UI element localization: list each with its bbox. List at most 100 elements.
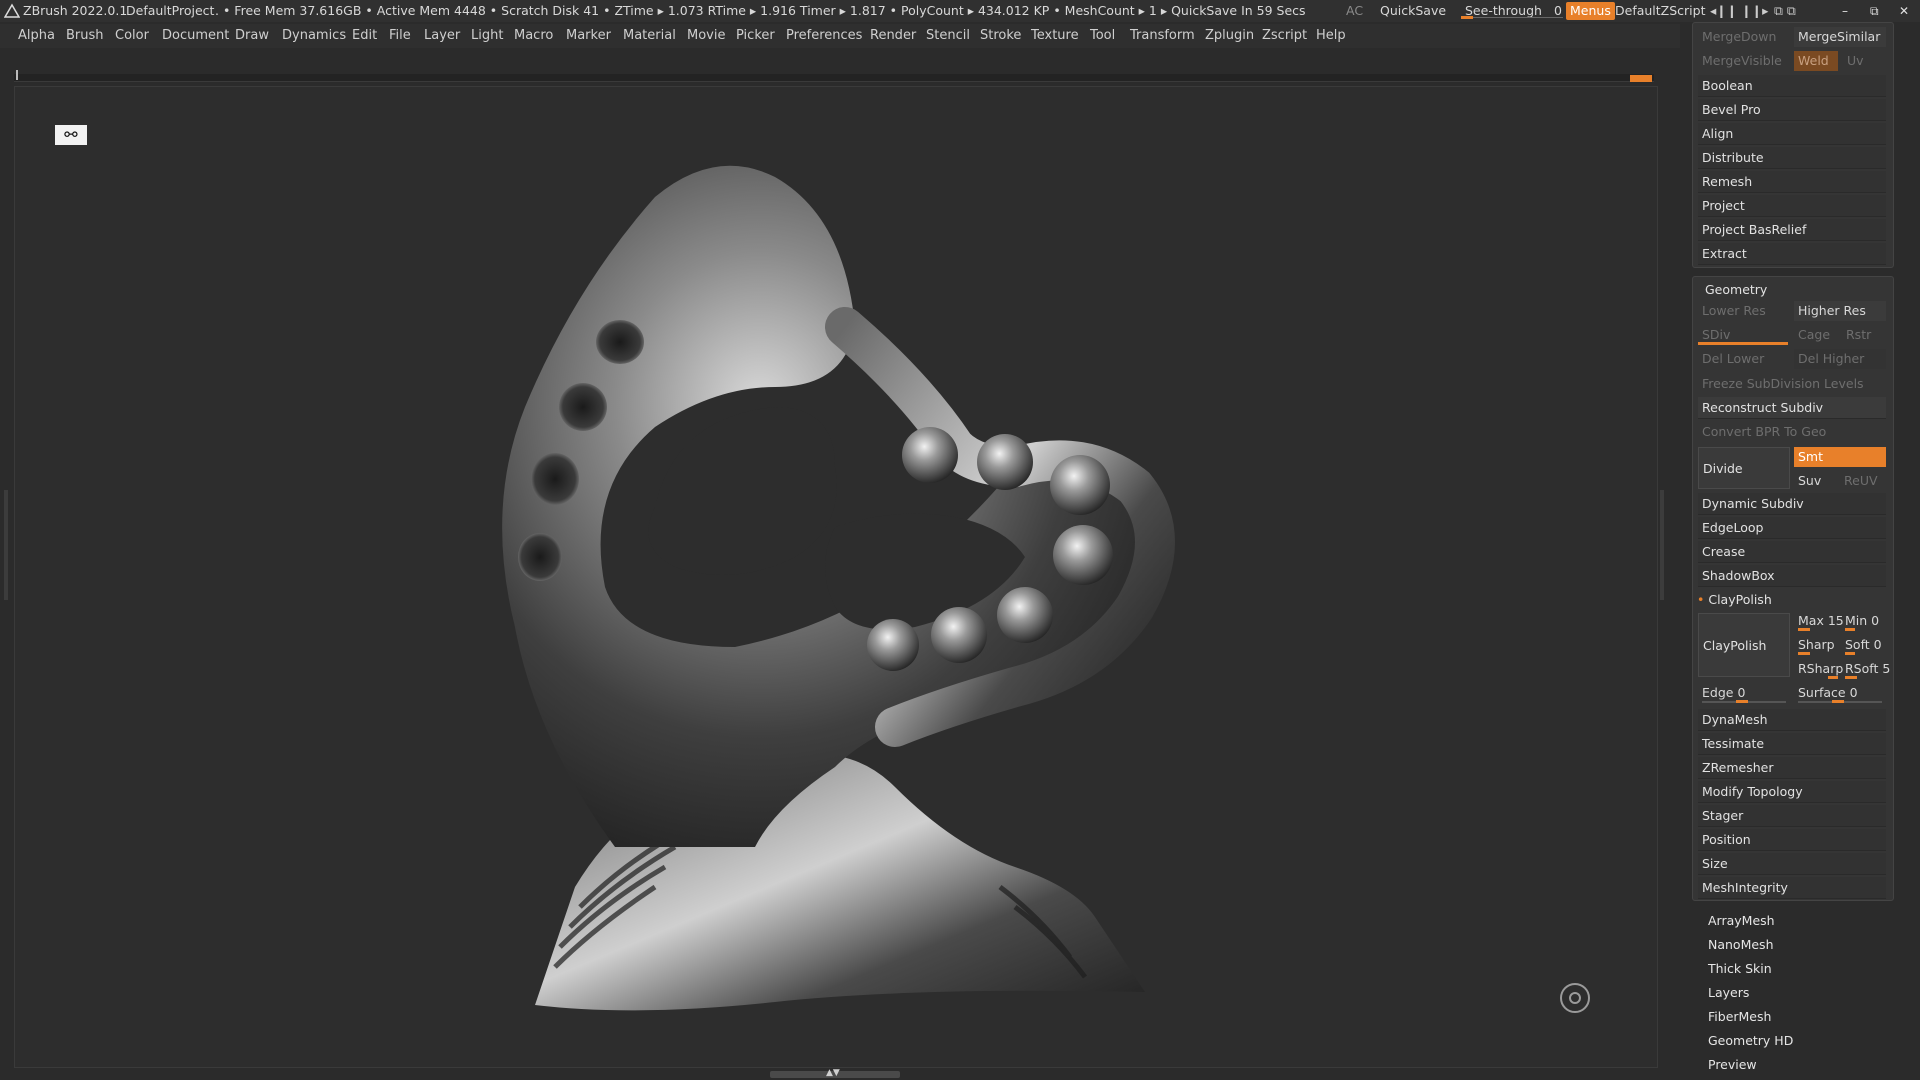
shelf-marker[interactable] — [1630, 75, 1652, 82]
menu-document[interactable]: Document — [162, 24, 229, 48]
fibermesh-subpalette[interactable]: FiberMesh — [1708, 1006, 1771, 1028]
merge-similar-button[interactable]: MergeSimilar — [1794, 27, 1886, 47]
min-slider[interactable]: Min 0 — [1841, 611, 1887, 631]
menu-marker[interactable]: Marker — [566, 24, 611, 48]
menu-material[interactable]: Material — [623, 24, 676, 48]
surface-slider[interactable]: Surface 0 — [1794, 683, 1886, 703]
claypolish-header[interactable]: • ClayPolish — [1697, 589, 1772, 611]
project-basrelief-button[interactable]: Project BasRelief — [1698, 219, 1886, 241]
restore-button[interactable]: ⧉ — [1870, 0, 1879, 22]
sharp-slider[interactable]: Sharp — [1794, 635, 1840, 655]
geometry-title[interactable]: Geometry — [1705, 279, 1767, 301]
menu-stroke[interactable]: Stroke — [980, 24, 1021, 48]
document-canvas[interactable]: ⚯ — [14, 86, 1658, 1068]
menu-movie[interactable]: Movie — [687, 24, 725, 48]
smt-toggle[interactable]: Smt — [1794, 447, 1886, 467]
nanomesh-subpalette[interactable]: NanoMesh — [1708, 934, 1774, 956]
menu-file[interactable]: File — [389, 24, 411, 48]
boolean-button[interactable]: Boolean — [1698, 75, 1886, 97]
menu-transform[interactable]: Transform — [1130, 24, 1195, 48]
zremesher-button[interactable]: ZRemesher — [1698, 757, 1886, 779]
position-button[interactable]: Position — [1698, 829, 1886, 851]
right-tray-handle[interactable] — [1660, 490, 1664, 600]
layout-arrows-icon[interactable]: ◂❙❙ ❙❙▸ — [1710, 0, 1768, 22]
see-through-slider[interactable]: See-through 0 — [1461, 0, 1563, 22]
shadowbox-button[interactable]: ShadowBox — [1698, 565, 1886, 587]
align-button[interactable]: Align — [1698, 123, 1886, 145]
arraymesh-subpalette[interactable]: ArrayMesh — [1708, 910, 1775, 932]
default-zscript-button[interactable]: DefaultZScript — [1615, 0, 1706, 22]
uv-toggle[interactable]: Uv — [1843, 51, 1883, 71]
extract-button[interactable]: Extract — [1698, 243, 1886, 265]
menu-brush[interactable]: Brush — [66, 24, 104, 48]
gizmo-icon[interactable] — [1560, 983, 1590, 1013]
rsharp-slider[interactable]: RSharp — [1794, 659, 1844, 679]
sculpt-model[interactable] — [15, 87, 1657, 1067]
menu-preferences[interactable]: Preferences — [786, 24, 862, 48]
menu-render[interactable]: Render — [870, 24, 916, 48]
menu-alpha[interactable]: Alpha — [18, 24, 55, 48]
sdiv-slider[interactable]: SDiv — [1698, 325, 1790, 345]
menu-texture[interactable]: Texture — [1031, 24, 1079, 48]
reconstruct-subdiv-button[interactable]: Reconstruct Subdiv — [1698, 397, 1886, 419]
ac-label[interactable]: AC — [1346, 0, 1363, 22]
menu-dynamics[interactable]: Dynamics — [282, 24, 346, 48]
bevel-pro-button[interactable]: Bevel Pro — [1698, 99, 1886, 121]
menu-color[interactable]: Color — [115, 24, 149, 48]
menu-edit[interactable]: Edit — [352, 24, 377, 48]
convert-bpr-button[interactable]: Convert BPR To Geo — [1698, 421, 1826, 443]
close-button[interactable]: ✕ — [1899, 0, 1909, 22]
freeze-subdivision-button[interactable]: Freeze SubDivision Levels — [1698, 373, 1890, 395]
weld-toggle[interactable]: Weld — [1794, 51, 1838, 71]
dynamesh-button[interactable]: DynaMesh — [1698, 709, 1886, 731]
edge-slider[interactable]: Edge 0 — [1698, 683, 1790, 703]
max-slider[interactable]: Max 15 — [1794, 611, 1844, 631]
merge-down-button[interactable]: MergeDown — [1698, 27, 1790, 47]
project-name[interactable]: DefaultProject — [126, 0, 214, 22]
menu-stencil[interactable]: Stencil — [926, 24, 970, 48]
left-tray-handle[interactable] — [4, 490, 8, 600]
rsoft-slider[interactable]: RSoft 5 — [1841, 659, 1891, 679]
soft-slider[interactable]: Soft 0 — [1841, 635, 1887, 655]
quicksave-button[interactable]: QuickSave — [1380, 0, 1446, 22]
suv-toggle[interactable]: Suv — [1794, 471, 1838, 491]
project-button[interactable]: Project — [1698, 195, 1886, 217]
menu-tool[interactable]: Tool — [1090, 24, 1115, 48]
menu-help[interactable]: Help — [1316, 24, 1346, 48]
minimize-button[interactable]: – — [1842, 0, 1848, 22]
remesh-button[interactable]: Remesh — [1698, 171, 1886, 193]
layers-subpalette[interactable]: Layers — [1708, 982, 1749, 1004]
window-layout-icon[interactable]: ⧉ ⧉ — [1774, 0, 1796, 22]
distribute-button[interactable]: Distribute — [1698, 147, 1886, 169]
claypolish-button[interactable]: ClayPolish — [1698, 613, 1790, 677]
bottom-tray-handle[interactable]: ▲▼ — [770, 1068, 900, 1078]
menu-layer[interactable]: Layer — [424, 24, 460, 48]
thick-skin-subpalette[interactable]: Thick Skin — [1708, 958, 1772, 980]
menus-button[interactable]: Menus — [1566, 2, 1615, 20]
crease-button[interactable]: Crease — [1698, 541, 1886, 563]
geometry-hd-subpalette[interactable]: Geometry HD — [1708, 1030, 1793, 1052]
top-shelf[interactable] — [14, 70, 1654, 82]
merge-visible-button[interactable]: MergeVisible — [1698, 51, 1790, 71]
modify-topology-button[interactable]: Modify Topology — [1698, 781, 1886, 803]
del-higher-button[interactable]: Del Higher — [1794, 349, 1886, 369]
menu-macro[interactable]: Macro — [514, 24, 553, 48]
del-lower-button[interactable]: Del Lower — [1698, 349, 1790, 369]
size-button[interactable]: Size — [1698, 853, 1886, 875]
edgeloop-button[interactable]: EdgeLoop — [1698, 517, 1886, 539]
cage-button[interactable]: Cage — [1794, 325, 1840, 345]
meshintegrity-button[interactable]: MeshIntegrity — [1698, 877, 1886, 899]
menu-draw[interactable]: Draw — [235, 24, 269, 48]
menu-picker[interactable]: Picker — [736, 24, 775, 48]
menu-zplugin[interactable]: Zplugin — [1205, 24, 1254, 48]
divide-button[interactable]: Divide — [1698, 447, 1790, 489]
rstr-button[interactable]: Rstr — [1842, 325, 1886, 345]
reuv-button[interactable]: ReUV — [1840, 471, 1886, 491]
preview-subpalette[interactable]: Preview — [1708, 1054, 1757, 1076]
menu-light[interactable]: Light — [471, 24, 503, 48]
lower-res-button[interactable]: Lower Res — [1698, 301, 1790, 321]
higher-res-button[interactable]: Higher Res — [1794, 301, 1886, 321]
stager-button[interactable]: Stager — [1698, 805, 1886, 827]
menu-zscript[interactable]: Zscript — [1262, 24, 1307, 48]
dynamic-subdiv-button[interactable]: Dynamic Subdiv — [1698, 493, 1886, 515]
